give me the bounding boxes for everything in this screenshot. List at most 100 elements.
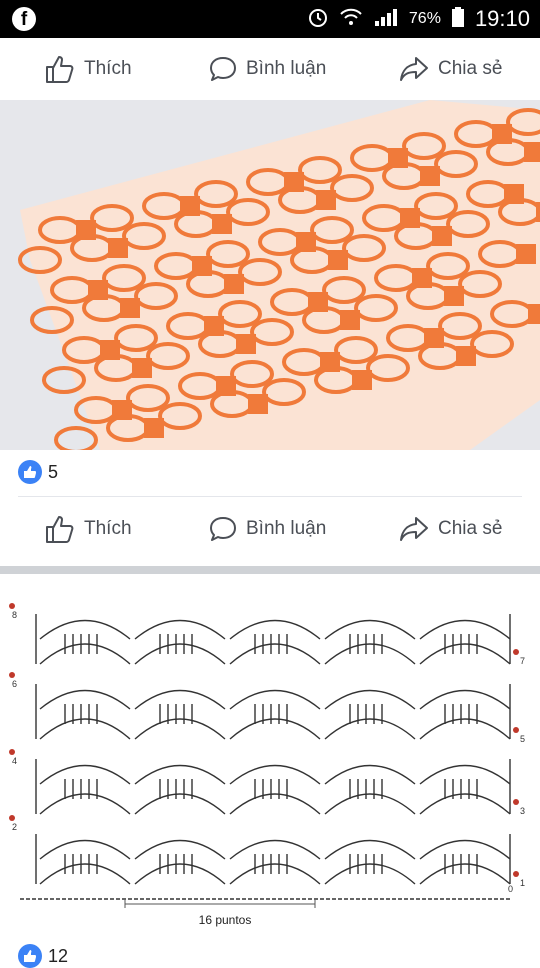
stitch-block [212,214,232,234]
chain-arch [229,718,321,740]
stitch-block [132,358,152,378]
chain-arch [419,619,511,640]
chain-arch [229,643,321,665]
stitch-block [456,346,476,366]
comment-button[interactable]: Bình luận [208,514,326,544]
row-marker-dot [9,603,15,609]
row-number: 1 [520,878,525,888]
comment-label: Bình luận [246,58,327,79]
chain-arch [419,863,511,885]
share-icon [398,514,430,544]
chain-arch [134,839,226,860]
chain-arch [324,839,416,860]
stitch-block [224,274,244,294]
row-number: 8 [12,610,17,620]
chain-arch [39,764,131,785]
chain-arch [39,619,131,640]
stitch-block [340,310,360,330]
stitch-block [420,166,440,186]
battery-percent: 76% [408,10,441,27]
chain-arch [324,689,416,710]
row-marker-dot [513,727,519,733]
stitch-block [316,190,336,210]
chain-arch [39,643,131,665]
thumbs-up-icon [44,54,76,84]
row-marker-dot [9,749,15,755]
stitch-block [108,238,128,258]
chain-arch [324,793,416,815]
chain-arch [39,718,131,740]
like-button[interactable]: Thích [44,514,132,544]
clock-time: 19:10 [474,6,530,31]
chain-arch [134,619,226,640]
like-label: Thích [84,58,132,79]
chain-arch [229,793,321,815]
post-photo[interactable] [0,100,540,450]
facebook-icon: f [12,7,36,31]
post-action-bar: Thích Bình luận Chia sẻ [0,38,540,102]
comment-icon [208,54,238,84]
reaction-summary[interactable]: 12 [18,944,68,968]
signal-icon [373,6,399,33]
chain-arch [229,839,321,860]
chain-arch [229,863,321,885]
row-marker-dot [513,871,519,877]
comment-button[interactable]: Bình luận [208,54,326,84]
chain-arch [39,793,131,815]
chain-arch [324,764,416,785]
stitch-block [444,286,464,306]
reaction-summary[interactable]: 5 [18,460,58,484]
chain-arch [419,839,511,860]
chain-arch [134,793,226,815]
stitch-block [524,142,540,162]
chain-arch [229,619,321,640]
row-number: 3 [520,806,525,816]
like-count: 5 [48,461,59,482]
crochet-fabric-image [0,100,540,450]
like-label: Thích [84,518,132,539]
chain-arch [39,863,131,885]
row-number: 6 [12,679,17,689]
comment-icon [208,514,238,544]
row-marker-dot [9,672,15,678]
alarm-icon [307,6,329,33]
row-marker-dot [513,649,519,655]
row-number: 4 [12,756,17,766]
like-count: 12 [48,945,69,966]
stitch-block [528,304,540,324]
comment-label: Bình luận [246,518,327,539]
stitch-block [352,370,372,390]
row-marker-dot [9,815,15,821]
chain-arch [324,863,416,885]
row-number: 2 [12,822,17,832]
row-marker-dot [513,799,519,805]
crochet-diagram-image[interactable]: 8 7 6 5 4 3 2 10 16 puntos [0,574,540,944]
share-button[interactable]: Chia sẻ [398,54,502,84]
chain-arch [419,718,511,740]
chain-arch [419,643,511,665]
wifi-icon [339,6,363,33]
stitch-block [328,250,348,270]
chain-arch [324,718,416,740]
stitch-block [144,418,164,438]
share-button[interactable]: Chia sẻ [398,514,502,544]
row-number: 7 [520,656,525,666]
like-reaction-icon [18,944,42,968]
row-zero-label: 0 [508,884,513,894]
chain-arch [419,793,511,815]
row-number: 5 [520,734,525,744]
like-button[interactable]: Thích [44,54,132,84]
share-label: Chia sẻ [438,518,503,539]
battery-icon [451,6,465,33]
stitch-block [516,244,536,264]
chain-arch [419,689,511,710]
chain-arch [229,689,321,710]
chain-arch [134,863,226,885]
chain-arch [134,764,226,785]
post-action-bar-lower: Thích Bình luận Chia sẻ [0,498,540,562]
chain-arch [134,718,226,740]
post-separator [0,566,540,574]
status-bar: f 76% 19:10 [0,0,540,38]
stitch-block [432,226,452,246]
stitch-block [248,394,268,414]
